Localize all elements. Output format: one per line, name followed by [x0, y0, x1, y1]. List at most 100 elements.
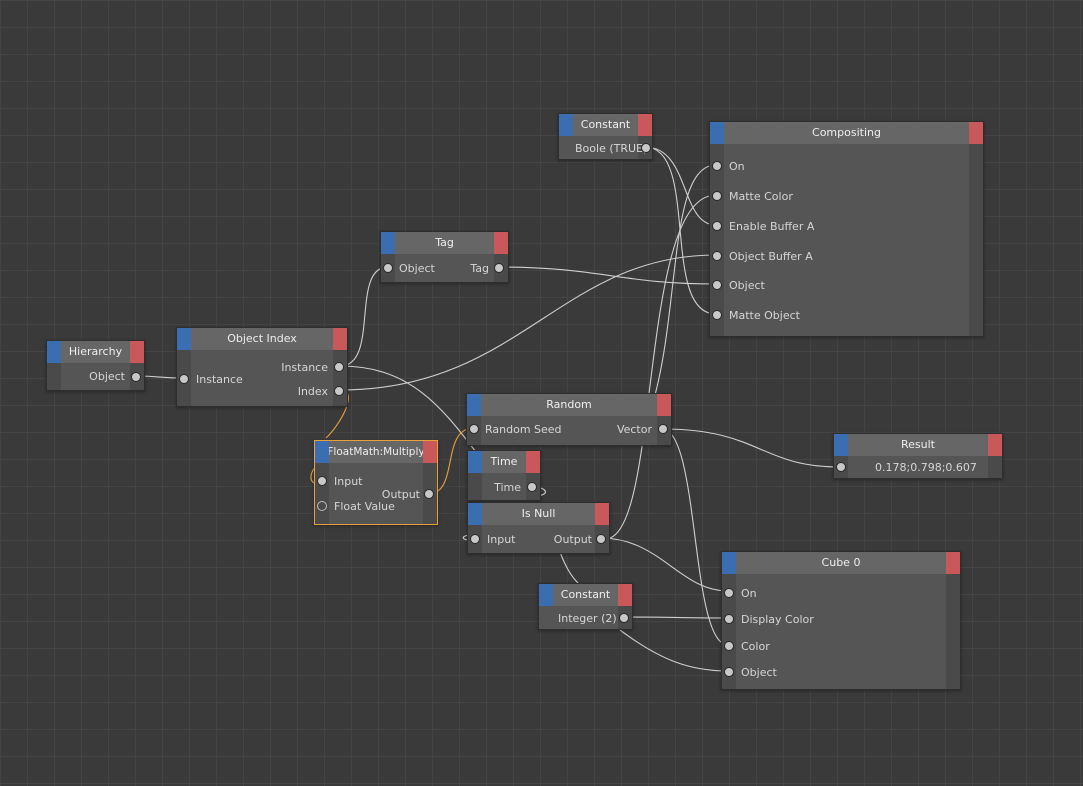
output-port-tag[interactable] — [494, 263, 504, 273]
node-title[interactable]: Tag — [381, 232, 508, 254]
input-port-object[interactable] — [724, 667, 734, 677]
input-port-on[interactable] — [712, 161, 722, 171]
input-label-on: On — [729, 160, 745, 173]
input-port-object[interactable] — [712, 280, 722, 290]
header-right-handle[interactable] — [638, 114, 652, 136]
header-right-handle[interactable] — [988, 434, 1002, 456]
header-left-handle[interactable] — [468, 503, 482, 525]
header-left-handle[interactable] — [47, 341, 61, 363]
header-right-handle[interactable] — [618, 584, 632, 606]
output-port[interactable] — [641, 143, 651, 153]
output-label-object: Object — [89, 370, 125, 383]
compositing-node[interactable]: Compositing On Matte Color Enable Buffer… — [709, 121, 984, 337]
input-port-bar — [468, 473, 482, 500]
input-port-matte-color[interactable] — [712, 191, 722, 201]
wire-int-to-cube-object — [619, 629, 729, 672]
output-port-label: Integer (2) — [558, 612, 617, 625]
input-port-object-buffer-a[interactable] — [712, 251, 722, 261]
header-right-handle[interactable] — [526, 451, 540, 473]
is-null-node[interactable]: Is Null Input Output — [467, 502, 610, 554]
node-title[interactable]: Cube 0 — [722, 552, 960, 574]
wire-random-to-on — [654, 164, 717, 396]
header-left-handle[interactable] — [722, 552, 736, 574]
header-right-handle[interactable] — [333, 328, 347, 350]
input-label-object-buffer-a: Object Buffer A — [729, 250, 813, 263]
node-title[interactable]: Result — [834, 434, 1002, 456]
wire-vector-to-cube-color — [661, 428, 729, 646]
input-label-object: Object — [741, 666, 777, 679]
hierarchy-node[interactable]: Hierarchy Object — [46, 340, 145, 391]
input-port-bar — [47, 363, 61, 390]
output-port-bar — [969, 144, 983, 336]
header-left-handle[interactable] — [710, 122, 724, 144]
node-title[interactable]: Object Index — [177, 328, 347, 350]
input-label-display-color: Display Color — [741, 613, 814, 626]
input-port-instance[interactable] — [179, 374, 189, 384]
constant-integer-node[interactable]: Constant Integer (2) — [538, 583, 633, 630]
output-port-output[interactable] — [596, 534, 606, 544]
header-left-handle[interactable] — [834, 434, 848, 456]
wire-vector-to-result — [661, 428, 841, 468]
result-node[interactable]: Result 0.178;0.798;0.607 — [833, 433, 1003, 479]
input-port-random-seed[interactable] — [469, 424, 479, 434]
node-title[interactable]: FloatMath:Multiply — [315, 441, 437, 463]
input-port-display-color[interactable] — [724, 614, 734, 624]
header-left-handle[interactable] — [559, 114, 573, 136]
header-left-handle[interactable] — [468, 451, 482, 473]
output-port-output[interactable] — [424, 489, 434, 499]
output-port-object[interactable] — [131, 372, 141, 382]
input-port-input[interactable] — [470, 534, 480, 544]
time-node[interactable]: Time Time — [467, 450, 541, 501]
input-port-input[interactable] — [317, 476, 327, 486]
header-left-handle[interactable] — [177, 328, 191, 350]
cube-0-node[interactable]: Cube 0 On Display Color Color Object — [721, 551, 961, 690]
input-port-color[interactable] — [724, 641, 734, 651]
input-label-on: On — [741, 587, 757, 600]
node-title[interactable]: Random — [467, 394, 671, 416]
header-right-handle[interactable] — [423, 441, 437, 463]
output-port-bar — [988, 456, 1002, 478]
node-title[interactable]: Is Null — [468, 503, 609, 525]
output-label-time: Time — [494, 481, 521, 494]
output-label-tag: Tag — [470, 262, 489, 275]
wire-boole-to-matteobject — [644, 146, 717, 315]
input-port-enable-buffer-a[interactable] — [712, 221, 722, 231]
random-node[interactable]: Random Random Seed Vector — [466, 393, 672, 446]
output-label-output: Output — [553, 533, 592, 546]
output-port-bar — [946, 574, 960, 689]
header-right-handle[interactable] — [595, 503, 609, 525]
output-port-time[interactable] — [527, 482, 537, 492]
wire-isnull-to-mattecolor — [609, 194, 717, 539]
header-right-handle[interactable] — [130, 341, 144, 363]
constant-bool-node[interactable]: Constant Boole (TRUE) — [558, 113, 653, 160]
header-right-handle[interactable] — [494, 232, 508, 254]
floatmath-multiply-node[interactable]: FloatMath:Multiply Input Float Value Out… — [314, 440, 438, 525]
input-port-object[interactable] — [383, 263, 393, 273]
output-port-vector[interactable] — [658, 424, 668, 434]
header-right-handle[interactable] — [657, 394, 671, 416]
input-port-on[interactable] — [724, 588, 734, 598]
output-port-instance[interactable] — [334, 362, 344, 372]
output-port-label: Boole (TRUE) — [575, 142, 648, 155]
header-right-handle[interactable] — [946, 552, 960, 574]
header-left-handle[interactable] — [381, 232, 395, 254]
wire-tag-to-compositing-object — [497, 266, 717, 285]
input-label-random-seed: Random Seed — [485, 423, 562, 436]
output-port-index[interactable] — [334, 386, 344, 396]
input-label-enable-buffer-a: Enable Buffer A — [729, 220, 815, 233]
tag-node[interactable]: Tag Object Tag — [380, 231, 509, 283]
header-left-handle[interactable] — [539, 584, 553, 606]
header-left-handle[interactable] — [467, 394, 481, 416]
header-right-handle[interactable] — [969, 122, 983, 144]
object-index-node[interactable]: Object Index Instance Instance Index — [176, 327, 348, 407]
input-label-instance: Instance — [196, 373, 243, 386]
header-left-handle[interactable] — [315, 441, 329, 463]
node-title[interactable]: Compositing — [710, 122, 983, 144]
input-port-matte-object[interactable] — [712, 310, 722, 320]
input-port-value[interactable] — [836, 462, 846, 472]
wire-isnull-to-int — [559, 551, 579, 584]
output-label-index: Index — [297, 385, 328, 398]
input-label-matte-color: Matte Color — [729, 190, 793, 203]
output-port[interactable] — [619, 613, 629, 623]
input-port-float-value[interactable] — [317, 501, 327, 511]
